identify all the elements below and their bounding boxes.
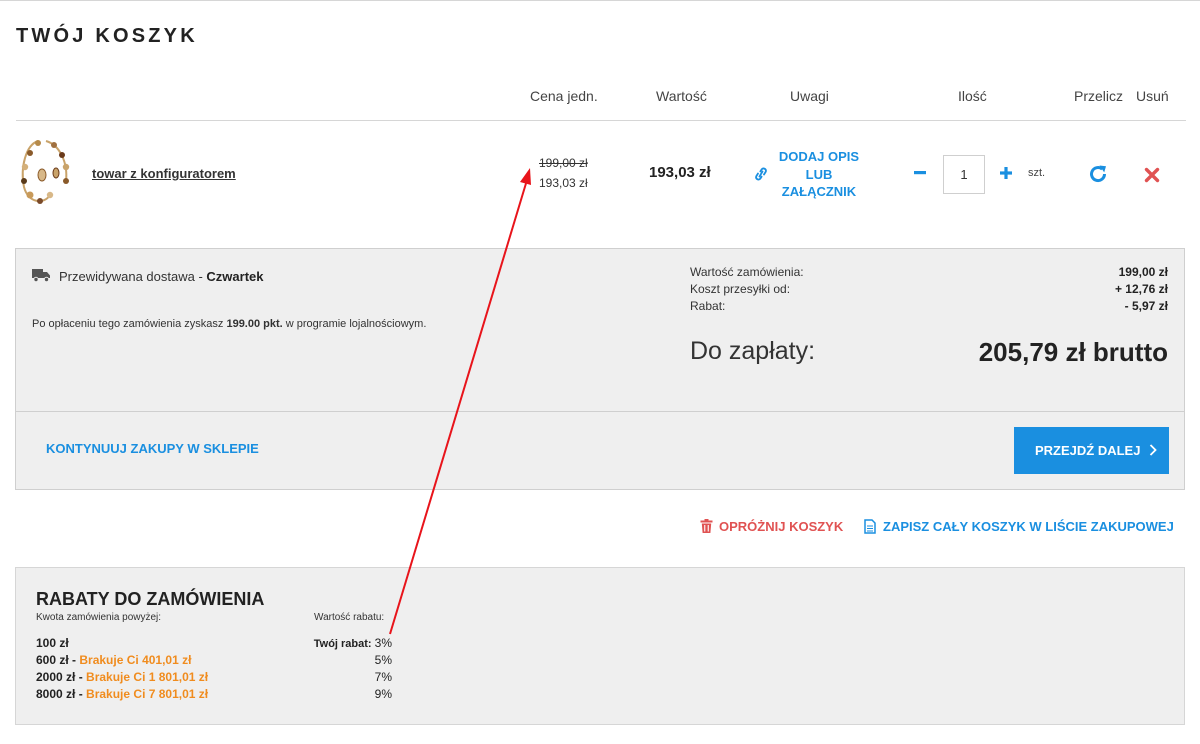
top-divider: [0, 0, 1200, 1]
product-thumbnail[interactable]: [16, 137, 76, 209]
discount-row: 600 zł - Brakuje Ci 401,01 zł 5%: [36, 653, 392, 667]
loyalty-points: 199.00 pkt.: [226, 318, 283, 330]
missing-amount: Brakuje Ci 7 801,01 zł: [86, 687, 209, 701]
chevron-right-icon: [1149, 444, 1157, 456]
discount-label: Rabat:: [690, 299, 726, 313]
close-icon[interactable]: [1142, 165, 1162, 185]
column-header-remove: Usuń: [1136, 88, 1169, 104]
truck-icon: [32, 269, 50, 282]
delivery-estimate: Przewidywana dostawa - Czwartek: [59, 269, 264, 284]
order-summary-panel: Przewidywana dostawa - Czwartek Po opłac…: [15, 248, 1185, 490]
add-note-link[interactable]: DODAJ OPIS LUB ZAŁĄCZNIK: [772, 148, 866, 201]
order-value-label: Wartość zamówienia:: [690, 265, 804, 279]
delivery-day: Czwartek: [206, 269, 264, 284]
refresh-icon[interactable]: [1087, 163, 1109, 185]
column-header-quantity: Ilość: [958, 88, 987, 104]
proceed-button-label: PRZEJDŹ DALEJ: [1035, 443, 1141, 458]
order-value: 199,00 zł: [1118, 265, 1168, 279]
discount-value: - 5,97 zł: [1124, 299, 1168, 313]
discounts-title: RABATY DO ZAMÓWIENIA: [36, 589, 265, 609]
product-name-link[interactable]: towar z konfiguratorem: [92, 166, 236, 181]
save-to-list-label: ZAPISZ CAŁY KOSZYK W LIŚCIE ZAKUPOWEJ: [883, 519, 1174, 534]
shipping-value: + 12,76 zł: [1114, 282, 1168, 296]
empty-cart-label: OPRÓŻNIJ KOSZYK: [719, 519, 844, 534]
missing-amount: Brakuje Ci 1 801,01 zł: [86, 670, 209, 684]
loyalty-info: Po opłaceniu tego zamówienia zyskasz 199…: [32, 318, 427, 330]
link-icon[interactable]: [752, 166, 770, 182]
column-header-notes: Uwagi: [790, 88, 829, 104]
unit-price-old: 199,00 zł: [539, 156, 588, 170]
column-header-recalculate: Przelicz: [1074, 88, 1124, 104]
quantity-input[interactable]: [943, 155, 985, 194]
continue-shopping-link[interactable]: KONTYNUUJ ZAKUPY W SKLEPIE: [46, 441, 259, 456]
quantity-unit: szt.: [1028, 167, 1046, 179]
minus-icon[interactable]: [912, 163, 930, 183]
discount-row: 8000 zł - Brakuje Ci 7 801,01 zł 9%: [36, 687, 392, 701]
discounts-value-header: Wartość rabatu:: [314, 612, 385, 623]
column-header-value: Wartość: [656, 88, 707, 104]
trash-icon: [700, 519, 713, 533]
discounts-panel: RABATY DO ZAMÓWIENIA Kwota zamówienia po…: [15, 567, 1185, 725]
document-icon: [864, 519, 876, 534]
plus-icon[interactable]: [996, 163, 1016, 183]
column-header-unit-price: Cena jedn.: [530, 88, 598, 104]
shipping-label: Koszt przesyłki od:: [690, 282, 791, 296]
unit-price-new: 193,03 zł: [539, 176, 588, 190]
missing-amount: Brakuje Ci 401,01 zł: [79, 653, 192, 667]
page-title: TWÓJ KOSZYK: [16, 25, 198, 47]
header-divider: [16, 120, 1186, 121]
discounts-amount-header: Kwota zamówienia powyżej:: [36, 612, 162, 623]
total-value: 205,79 zł brutto: [978, 337, 1168, 367]
discount-row: 100 zł Twój rabat: 3%: [36, 636, 392, 650]
line-value: 193,03 zł: [649, 164, 711, 181]
summary-divider: [16, 411, 1184, 412]
proceed-button[interactable]: PRZEJDŹ DALEJ: [1014, 427, 1169, 474]
total-label: Do zapłaty:: [690, 337, 816, 365]
discount-row: 2000 zł - Brakuje Ci 1 801,01 zł 7%: [36, 670, 392, 684]
